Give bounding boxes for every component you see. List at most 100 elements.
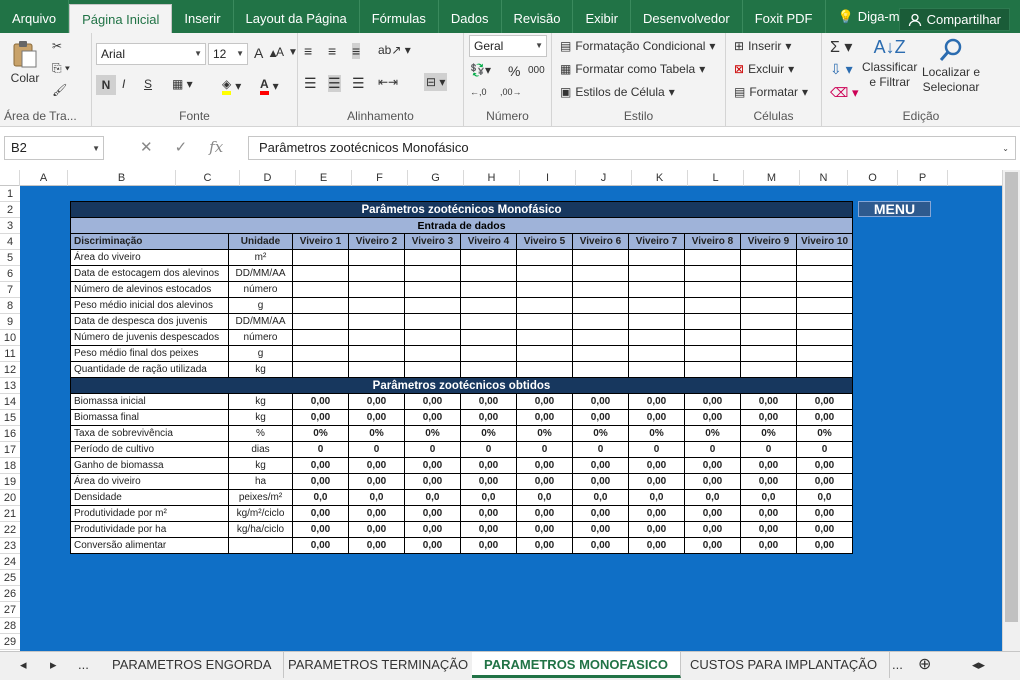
- value-cell[interactable]: 0,00: [348, 473, 405, 490]
- value-cell[interactable]: 0,00: [740, 457, 797, 474]
- viveiro-header[interactable]: Viveiro 3: [404, 233, 461, 250]
- indent-icon[interactable]: ⇤⇥: [378, 75, 398, 89]
- row-unit[interactable]: DD/MM/AA: [228, 313, 293, 330]
- row-unit[interactable]: peixes/m²: [228, 489, 293, 506]
- row-unit[interactable]: [228, 537, 293, 554]
- value-cell[interactable]: 0: [292, 441, 349, 458]
- value-cell[interactable]: 0: [516, 441, 573, 458]
- input-cell[interactable]: [516, 249, 573, 266]
- row-unit[interactable]: dias: [228, 441, 293, 458]
- copy-icon[interactable]: ⎘ ▾: [52, 61, 70, 76]
- value-cell[interactable]: 0,00: [572, 505, 629, 522]
- value-cell[interactable]: 0,00: [740, 505, 797, 522]
- input-cell[interactable]: [796, 265, 853, 282]
- tab-2[interactable]: Inserir: [172, 0, 234, 33]
- value-cell[interactable]: 0,0: [404, 489, 461, 506]
- value-cell[interactable]: 0,00: [628, 393, 685, 410]
- value-cell[interactable]: 0,00: [516, 537, 573, 554]
- value-cell[interactable]: 0,0: [796, 489, 853, 506]
- viveiro-header[interactable]: Viveiro 10: [796, 233, 853, 250]
- value-cell[interactable]: 0,00: [348, 457, 405, 474]
- value-cell[interactable]: 0: [796, 441, 853, 458]
- tab-6[interactable]: Revisão: [502, 0, 574, 33]
- share-button[interactable]: Compartilhar: [898, 8, 1010, 31]
- formula-input[interactable]: Parâmetros zootécnicos Monofásico ⌄: [248, 136, 1016, 160]
- viveiro-header[interactable]: Viveiro 8: [684, 233, 741, 250]
- value-cell[interactable]: 0,00: [460, 409, 517, 426]
- value-cell[interactable]: 0%: [460, 425, 517, 442]
- viveiro-header[interactable]: Viveiro 4: [460, 233, 517, 250]
- input-cell[interactable]: [348, 249, 405, 266]
- input-cell[interactable]: [292, 297, 349, 314]
- value-cell[interactable]: 0,00: [740, 473, 797, 490]
- input-cell[interactable]: [796, 329, 853, 346]
- input-cell[interactable]: [348, 297, 405, 314]
- value-cell[interactable]: 0,00: [404, 537, 461, 554]
- row-label[interactable]: Taxa de sobrevivência: [70, 425, 229, 442]
- row-header[interactable]: 20: [0, 490, 20, 506]
- row-header[interactable]: 13: [0, 378, 20, 394]
- insert-function-button[interactable]: fx: [209, 138, 223, 156]
- table-title[interactable]: Parâmetros zootécnicos Monofásico: [70, 201, 853, 218]
- value-cell[interactable]: 0,00: [684, 521, 741, 538]
- input-cell[interactable]: [292, 361, 349, 378]
- viveiro-header[interactable]: Viveiro 5: [516, 233, 573, 250]
- row-header[interactable]: 26: [0, 586, 20, 602]
- value-cell[interactable]: 0,00: [796, 537, 853, 554]
- viveiro-header[interactable]: Viveiro 6: [572, 233, 629, 250]
- input-cell[interactable]: [460, 249, 517, 266]
- input-cell[interactable]: [628, 313, 685, 330]
- tab-5[interactable]: Dados: [439, 0, 502, 33]
- value-cell[interactable]: 0,00: [628, 537, 685, 554]
- value-cell[interactable]: 0: [348, 441, 405, 458]
- input-cell[interactable]: [628, 265, 685, 282]
- value-cell[interactable]: 0%: [796, 425, 853, 442]
- row-unit[interactable]: kg/ha/ciclo: [228, 521, 293, 538]
- row-header[interactable]: 29: [0, 634, 20, 650]
- value-cell[interactable]: 0,00: [740, 521, 797, 538]
- input-cell[interactable]: [740, 329, 797, 346]
- value-cell[interactable]: 0,00: [628, 505, 685, 522]
- font-color-icon[interactable]: A ▾: [260, 77, 279, 95]
- input-cell[interactable]: [740, 297, 797, 314]
- enter-icon[interactable]: ✓: [175, 138, 188, 156]
- input-cell[interactable]: [404, 281, 461, 298]
- row-header[interactable]: 15: [0, 410, 20, 426]
- viveiro-header[interactable]: Viveiro 7: [628, 233, 685, 250]
- column-header[interactable]: A: [20, 170, 68, 186]
- value-cell[interactable]: 0: [572, 441, 629, 458]
- input-cell[interactable]: [628, 249, 685, 266]
- input-cell[interactable]: [740, 249, 797, 266]
- column-header[interactable]: F: [352, 170, 408, 186]
- value-cell[interactable]: 0: [740, 441, 797, 458]
- input-cell[interactable]: [460, 265, 517, 282]
- align-center-icon[interactable]: ☰: [328, 75, 341, 92]
- value-cell[interactable]: 0%: [572, 425, 629, 442]
- input-cell[interactable]: [292, 313, 349, 330]
- input-cell[interactable]: [684, 281, 741, 298]
- column-header[interactable]: O: [848, 170, 898, 186]
- row-header[interactable]: 23: [0, 538, 20, 554]
- input-cell[interactable]: [628, 361, 685, 378]
- input-cell[interactable]: [292, 265, 349, 282]
- row-label[interactable]: Biomassa inicial: [70, 393, 229, 410]
- input-cell[interactable]: [404, 361, 461, 378]
- input-cell[interactable]: [404, 313, 461, 330]
- bold-button[interactable]: N: [96, 75, 116, 95]
- column-header[interactable]: P: [898, 170, 948, 186]
- input-cell[interactable]: [628, 281, 685, 298]
- name-box[interactable]: B2 ▼: [4, 136, 104, 160]
- autosum-icon[interactable]: Σ ▾: [830, 37, 852, 57]
- input-cell[interactable]: [572, 297, 629, 314]
- row-header[interactable]: 18: [0, 458, 20, 474]
- value-cell[interactable]: 0,00: [348, 409, 405, 426]
- input-cell[interactable]: [348, 313, 405, 330]
- input-cell[interactable]: [684, 297, 741, 314]
- cancel-icon[interactable]: ✕: [140, 138, 153, 156]
- value-cell[interactable]: 0,00: [348, 393, 405, 410]
- input-cell[interactable]: [348, 361, 405, 378]
- row-header[interactable]: 28: [0, 618, 20, 634]
- column-header[interactable]: G: [408, 170, 464, 186]
- value-cell[interactable]: 0,00: [404, 393, 461, 410]
- value-cell[interactable]: 0: [460, 441, 517, 458]
